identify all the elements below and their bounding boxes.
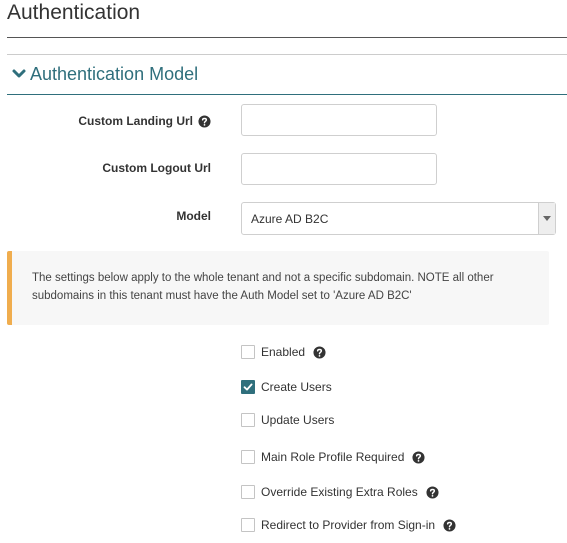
dropdown-arrow[interactable] (538, 203, 555, 234)
model-select[interactable]: Azure AD B2C (241, 202, 556, 235)
model-select-value: Azure AD B2C (251, 211, 329, 226)
custom-landing-url-label: Custom Landing Url (78, 114, 211, 128)
help-icon[interactable] (313, 345, 326, 359)
option-override-existing-extra-roles[interactable]: Override Existing Extra Roles (241, 485, 439, 499)
page-title: Authentication (7, 1, 141, 24)
main-role-profile-required-label: Main Role Profile Required (261, 450, 405, 464)
update-users-checkbox[interactable] (241, 413, 255, 427)
help-icon[interactable] (443, 518, 456, 532)
model-label: Model (176, 209, 211, 223)
help-icon[interactable] (198, 114, 211, 128)
redirect-to-provider-label: Redirect to Provider from Sign-in (261, 518, 436, 532)
check-icon (243, 383, 253, 391)
custom-landing-url-label-text: Custom Landing Url (78, 114, 193, 128)
custom-logout-url-label: Custom Logout Url (102, 161, 211, 175)
help-icon[interactable] (412, 450, 425, 464)
section-title: Authentication Model (30, 64, 199, 84)
override-existing-extra-roles-label: Override Existing Extra Roles (261, 485, 418, 499)
option-enabled[interactable]: Enabled (241, 345, 326, 359)
create-users-label: Create Users (261, 380, 332, 394)
option-main-role-profile-required[interactable]: Main Role Profile Required (241, 450, 425, 464)
tenant-notice: The settings below apply to the whole te… (7, 251, 549, 325)
model-label-text: Model (176, 209, 211, 223)
chevron-down-icon (12, 69, 26, 78)
help-icon[interactable] (426, 485, 439, 499)
main-role-profile-required-checkbox[interactable] (241, 450, 255, 464)
enabled-label: Enabled (261, 345, 306, 359)
custom-logout-url-input[interactable] (241, 153, 437, 185)
option-redirect-to-provider[interactable]: Redirect to Provider from Sign-in (241, 518, 456, 532)
create-users-checkbox[interactable] (241, 380, 255, 394)
override-existing-extra-roles-checkbox[interactable] (241, 485, 255, 499)
enabled-checkbox[interactable] (241, 345, 255, 359)
option-update-users[interactable]: Update Users (241, 413, 334, 427)
option-create-users[interactable]: Create Users (241, 380, 332, 394)
section-header-authentication-model[interactable]: Authentication Model (7, 62, 198, 86)
custom-landing-url-input[interactable] (241, 104, 437, 136)
custom-logout-url-label-text: Custom Logout Url (102, 161, 211, 175)
caret-down-icon (543, 215, 551, 221)
section-underline (7, 94, 567, 95)
section-divider (7, 54, 567, 55)
update-users-label: Update Users (261, 413, 335, 427)
tenant-notice-text: The settings below apply to the whole te… (32, 272, 494, 302)
redirect-to-provider-checkbox[interactable] (241, 518, 255, 532)
title-divider (7, 37, 567, 38)
